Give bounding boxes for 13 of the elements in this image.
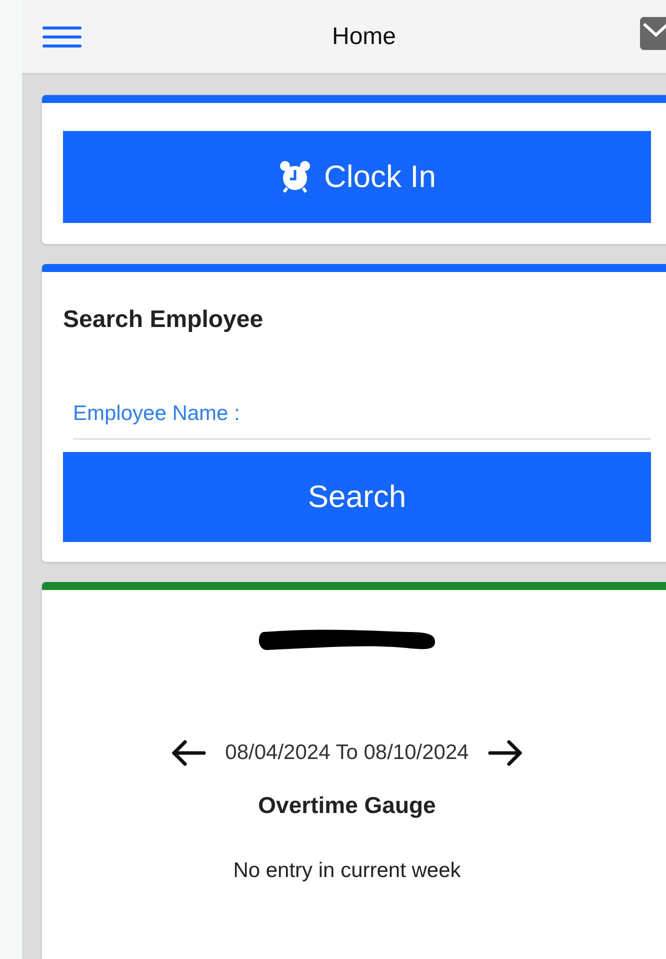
gauge-title: Overtime Gauge: [258, 792, 436, 819]
page-title: Home: [332, 22, 396, 50]
right-arrow-icon[interactable]: [486, 740, 523, 766]
menu-icon[interactable]: [42, 24, 82, 48]
left-arrow-icon[interactable]: [171, 740, 208, 766]
card-title: Search Employee: [63, 306, 264, 334]
empty-message: No entry in current week: [233, 859, 461, 883]
date-range: 08/04/2024 To 08/10/2024: [225, 741, 469, 765]
employee-name-field[interactable]: Employee Name :: [73, 402, 651, 440]
clock-in-button[interactable]: Clock In: [63, 131, 651, 223]
alarm-clock-icon: [278, 160, 312, 194]
envelope-icon[interactable]: [640, 17, 666, 50]
search-button[interactable]: Search: [63, 452, 651, 542]
